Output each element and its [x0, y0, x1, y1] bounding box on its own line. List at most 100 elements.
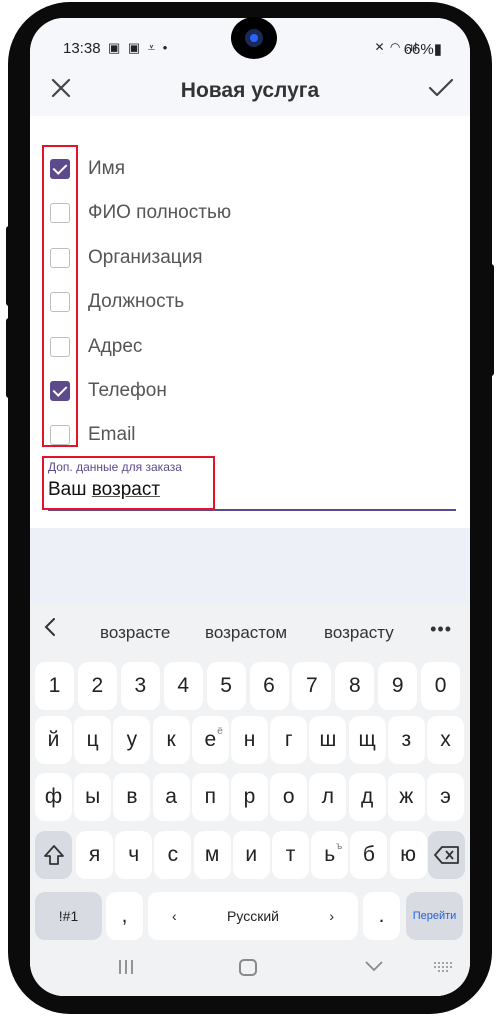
period-key[interactable]: .: [363, 892, 400, 940]
check-icon[interactable]: [428, 76, 454, 100]
page-title: Новая услуга: [180, 79, 320, 102]
key-label: щ: [358, 728, 376, 751]
letter-key[interactable]: б: [350, 831, 388, 879]
field-label: Адрес: [88, 335, 143, 357]
letter-key[interactable]: с: [154, 831, 192, 879]
key-alt-label: ё: [217, 726, 223, 737]
letter-key[interactable]: у: [113, 716, 151, 764]
key-label: т: [285, 843, 296, 866]
space-key[interactable]: ‹ Русский ›: [148, 892, 358, 940]
shift-key[interactable]: [35, 831, 72, 879]
suggestions-back-icon[interactable]: [42, 618, 58, 636]
shift-icon: [43, 845, 64, 865]
letter-key[interactable]: её: [191, 716, 229, 764]
app-bar: Новая услуга: [30, 64, 470, 116]
letter-key[interactable]: и: [232, 831, 270, 879]
comma-key[interactable]: ,: [106, 892, 143, 940]
key-label: ж: [399, 785, 414, 808]
letter-key[interactable]: р: [231, 773, 268, 821]
number-key[interactable]: 2: [77, 662, 117, 710]
symbols-key[interactable]: !#1: [35, 892, 102, 940]
letter-key[interactable]: ж: [387, 773, 425, 821]
field-row[interactable]: Email: [50, 424, 450, 449]
letter-key[interactable]: ю: [389, 831, 427, 879]
letter-key[interactable]: о: [270, 773, 308, 821]
letter-key[interactable]: л: [309, 773, 347, 821]
keyboard-icon[interactable]: [432, 960, 454, 974]
key-label: 7: [306, 674, 318, 697]
key-label: а: [165, 785, 177, 808]
front-camera: [231, 17, 277, 59]
number-key[interactable]: 1: [35, 662, 74, 710]
letter-key[interactable]: х: [427, 716, 464, 764]
more-icon[interactable]: •••: [430, 619, 452, 640]
field-label: ФИО полностью: [88, 202, 232, 224]
letter-key[interactable]: ч: [115, 831, 153, 879]
key-label: 4: [177, 674, 190, 697]
home-icon[interactable]: [239, 959, 257, 976]
number-key[interactable]: 6: [249, 662, 289, 710]
letter-key[interactable]: й: [35, 716, 72, 764]
key-label: ц: [86, 728, 99, 751]
field-row[interactable]: Адрес: [50, 335, 450, 361]
volume-down-button: [6, 318, 12, 398]
suggestion-2[interactable]: возрастом: [205, 623, 287, 643]
key-label: й: [47, 728, 60, 751]
field-row[interactable]: ФИО полностью: [50, 202, 450, 227]
letter-key[interactable]: в: [113, 773, 151, 821]
number-key[interactable]: 7: [292, 662, 332, 710]
field-row[interactable]: Должность: [50, 291, 450, 316]
letter-key[interactable]: ц: [74, 716, 112, 764]
field-row[interactable]: Организация: [50, 247, 450, 272]
recents-icon[interactable]: [118, 958, 134, 976]
letter-key[interactable]: а: [152, 773, 190, 821]
letter-key[interactable]: г: [270, 716, 308, 764]
key-label: 5: [220, 674, 232, 697]
letter-key[interactable]: ф: [35, 773, 72, 821]
number-key[interactable]: 4: [163, 662, 203, 710]
letter-key[interactable]: т: [272, 831, 309, 879]
key-label: 0: [434, 674, 447, 697]
number-key[interactable]: 9: [378, 662, 418, 710]
letter-key[interactable]: м: [193, 831, 231, 879]
key-label: ю: [400, 843, 416, 866]
suggestion-3[interactable]: возрасту: [324, 623, 394, 643]
keyboard: возрасте возрастом возрасту ••• 12345678…: [30, 604, 470, 996]
key-label: х: [440, 728, 451, 751]
key-label: ч: [128, 843, 140, 866]
extra-field-input[interactable]: Ваш возраст: [48, 479, 160, 501]
letter-key[interactable]: к: [152, 716, 190, 764]
extra-field-label: Доп. данные для заказа: [48, 460, 182, 474]
backspace-key[interactable]: [428, 831, 465, 879]
number-key[interactable]: 5: [206, 662, 246, 710]
letter-key[interactable]: ш: [309, 716, 347, 764]
field-row[interactable]: Имя: [50, 158, 450, 183]
letter-key[interactable]: п: [191, 773, 229, 821]
letter-key[interactable]: н: [231, 716, 268, 764]
key-label: в: [126, 785, 138, 808]
number-key[interactable]: 8: [335, 662, 375, 710]
key-label: м: [204, 843, 220, 866]
key-label: о: [282, 785, 295, 808]
letter-key[interactable]: ьъ: [311, 831, 349, 879]
key-label: л: [321, 785, 335, 808]
back-icon[interactable]: [365, 960, 383, 972]
key-label: я: [88, 843, 101, 866]
letter-key[interactable]: д: [348, 773, 386, 821]
letter-key[interactable]: ы: [74, 773, 112, 821]
key-label: у: [126, 728, 138, 751]
key-label: д: [360, 785, 374, 808]
letter-key[interactable]: э: [427, 773, 464, 821]
letter-key[interactable]: я: [76, 831, 113, 879]
suggestion-1[interactable]: возрасте: [100, 623, 170, 643]
number-key[interactable]: 3: [120, 662, 160, 710]
key-label: э: [440, 785, 451, 808]
field-row[interactable]: Телефон: [50, 380, 450, 405]
extra-field-underline: [48, 509, 456, 511]
go-key[interactable]: Перейти: [406, 892, 463, 940]
letter-key[interactable]: щ: [348, 716, 386, 764]
volume-up-button: [6, 226, 12, 306]
letter-key[interactable]: з: [387, 716, 425, 764]
empty-area: [30, 528, 470, 604]
number-key[interactable]: 0: [421, 662, 461, 710]
